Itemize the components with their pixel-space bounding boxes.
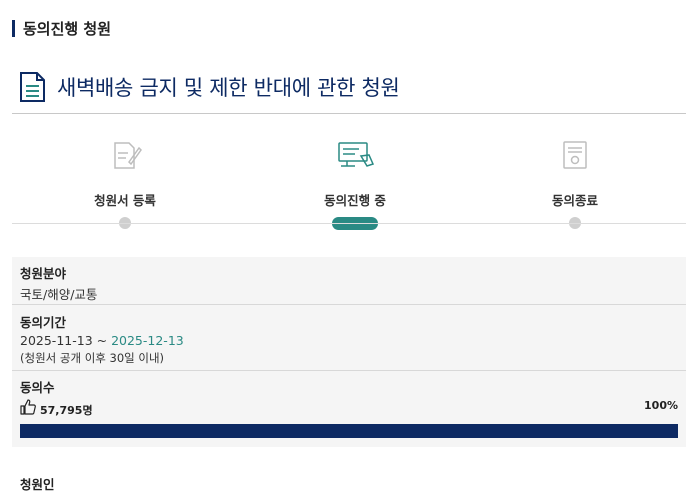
section-title-text: 동의진행 청원: [23, 19, 112, 38]
progress-steps: 청원서 등록 동의진행 중 동의종료: [12, 114, 686, 230]
petition-header: 새벽배송 금지 및 제한 반대에 관한 청원: [19, 72, 400, 102]
petition-info-box: 청원분야 국토/해양/교통 동의기간 2025-11-13 ~ 2025-12-…: [12, 257, 686, 447]
votes-percent: 100%: [644, 399, 678, 412]
field-value: 국토/해양/교통: [20, 287, 98, 302]
period-start: 2025-11-13: [20, 333, 93, 348]
petitioner-label: 청원인: [20, 477, 55, 492]
title-bar-accent: [12, 19, 15, 37]
row-divider: [12, 370, 686, 371]
document-icon: [20, 72, 45, 102]
step-label: 동의종료: [551, 193, 598, 208]
section-title: 동의진행 청원: [12, 17, 111, 39]
step-label: 청원서 등록: [94, 193, 156, 208]
petition-title: 새벽배송 금지 및 제한 반대에 관한 청원: [57, 76, 400, 100]
step-closed: 동의종료: [475, 114, 675, 229]
period-note: (청원서 공개 이후 30일 이내): [20, 351, 165, 365]
period-end: 2025-12-13: [111, 333, 184, 348]
steps-baseline: [12, 223, 686, 224]
document-pen-icon: [114, 142, 142, 169]
votes-line: 57,795명 100%: [20, 399, 678, 417]
votes-progress-fill: [20, 424, 678, 438]
certificate-icon: [563, 141, 587, 169]
period-value: 2025-11-13 ~ 2025-12-13: [20, 333, 184, 348]
votes-count: 57,795명: [40, 404, 93, 417]
period-label: 동의기간: [20, 315, 67, 330]
field-label: 청원분야: [20, 266, 67, 281]
step-registration: 청원서 등록: [25, 114, 225, 229]
step-in-progress: 동의진행 중: [255, 114, 455, 230]
votes-progress-bar: [20, 424, 678, 438]
monitor-hand-icon: [338, 142, 375, 167]
votes-label: 동의수: [20, 380, 55, 395]
row-divider: [12, 304, 686, 305]
step-label: 동의진행 중: [324, 193, 386, 208]
thumbs-up-icon: [20, 399, 36, 415]
period-separator: ~: [92, 333, 112, 348]
